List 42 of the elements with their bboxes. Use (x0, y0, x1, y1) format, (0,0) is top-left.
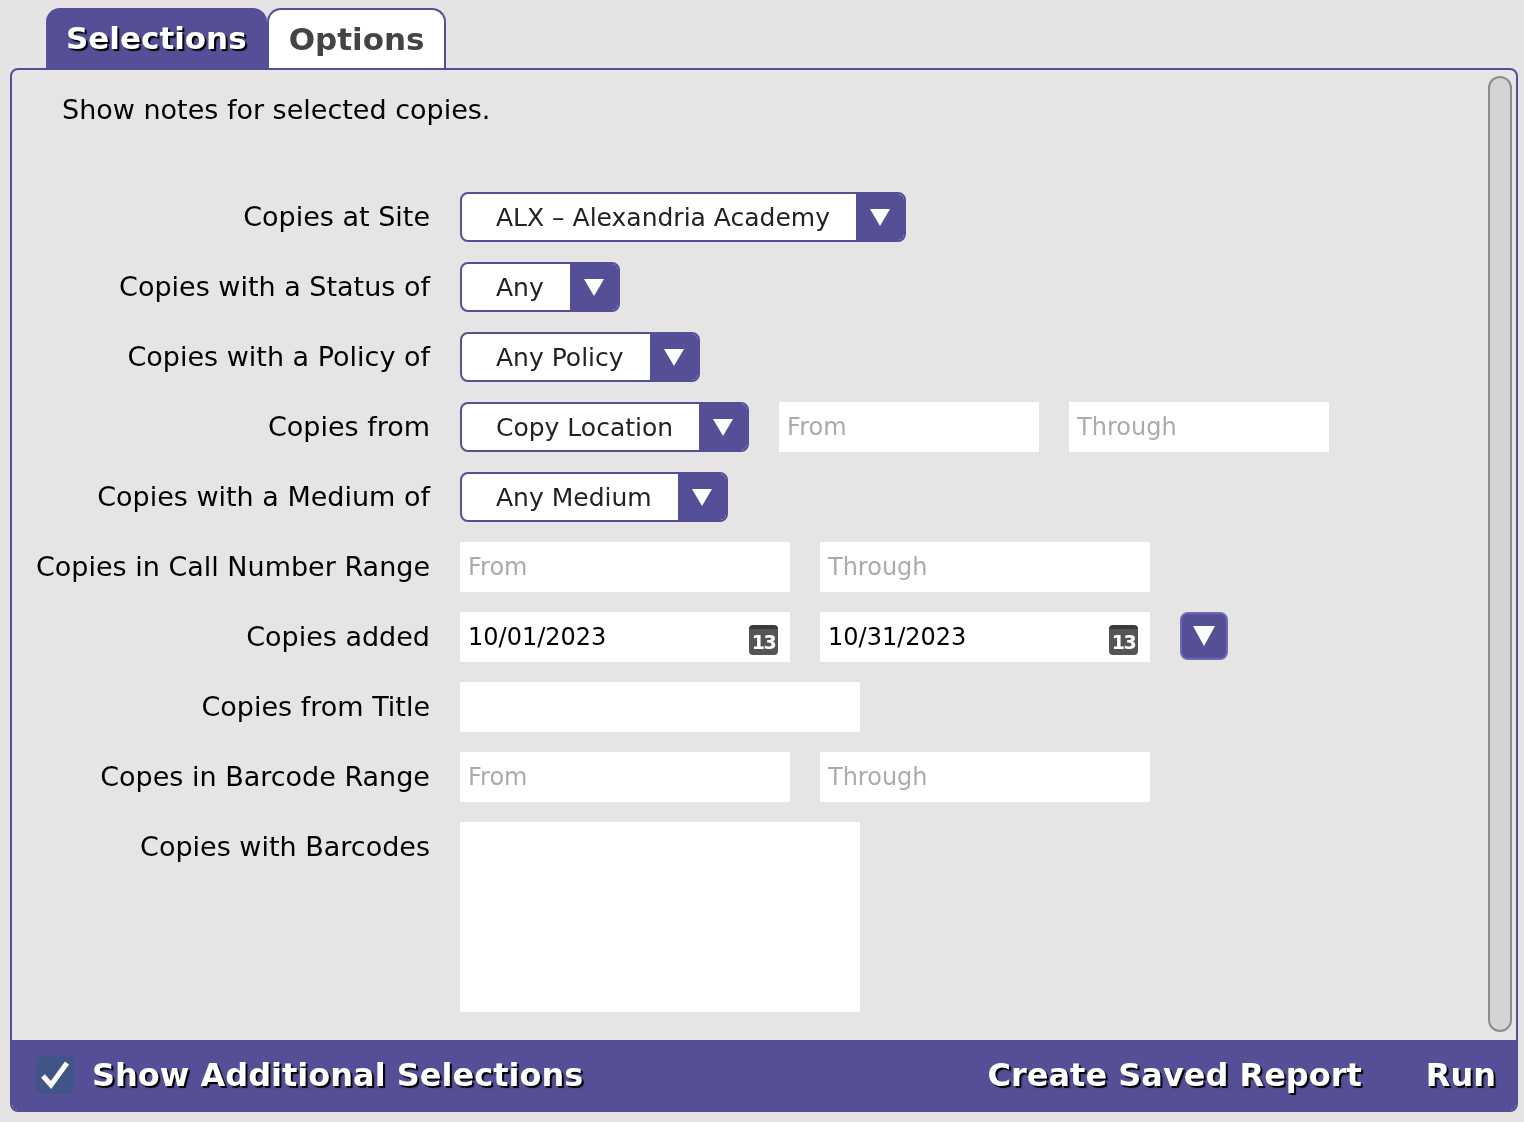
input-field[interactable]: Through (1069, 402, 1330, 452)
dropdown[interactable]: Any (460, 262, 620, 312)
field-label: Copes in Barcode Range (100, 760, 430, 794)
calendar-icon[interactable]: 13 (749, 625, 778, 655)
scrollbar[interactable] (1488, 76, 1512, 1032)
input-field[interactable]: From (460, 542, 790, 592)
calendar-icon[interactable]: 13 (1109, 625, 1138, 655)
caret-icon (699, 404, 748, 450)
caret-icon (1193, 626, 1215, 646)
caret-icon (856, 194, 904, 240)
caret-icon (569, 264, 618, 310)
input-field[interactable]: From (779, 402, 1040, 452)
caret-icon (649, 334, 698, 380)
tab[interactable]: Options (266, 8, 447, 68)
check-icon (40, 1060, 70, 1090)
input-field[interactable] (460, 682, 860, 732)
dropdown[interactable]: ALX – Alexandria Academy (460, 192, 906, 242)
dropdown-button[interactable] (1180, 612, 1228, 660)
field-label: Copies with Barcodes (140, 830, 430, 864)
field-label: Copies in Call Number Range (35, 550, 430, 584)
field-label: Copies at Site (243, 200, 430, 234)
date-field[interactable]: 10/31/2023 13 (820, 612, 1150, 662)
footer-button[interactable]: Create Saved Report (987, 1056, 1362, 1094)
field-label: Copies with a Status of (119, 270, 430, 304)
field-label: Copies added (246, 620, 430, 654)
checkbox-label[interactable]: Show Additional Selections (92, 1056, 584, 1094)
field-label: Copies from Title (201, 690, 430, 724)
date-field[interactable]: 10/01/2023 13 (460, 612, 790, 662)
input-field[interactable]: From (460, 752, 790, 802)
input-field[interactable]: Through (820, 752, 1150, 802)
footer-button[interactable]: Run (1425, 1056, 1496, 1094)
field-label: Copies with a Medium of (97, 480, 430, 514)
field-label: Copies from (267, 410, 430, 444)
tab[interactable]: Selections (46, 8, 267, 68)
field-label: Copies with a Policy of (127, 340, 430, 374)
checkbox[interactable] (36, 1056, 74, 1094)
dropdown[interactable]: Copy Location (460, 402, 750, 452)
description-text: Show notes for selected copies. (62, 93, 491, 127)
dropdown[interactable]: Any Medium (460, 472, 728, 522)
input-field[interactable]: Through (820, 542, 1150, 592)
caret-icon (677, 474, 726, 520)
dropdown[interactable]: Any Policy (460, 332, 700, 382)
